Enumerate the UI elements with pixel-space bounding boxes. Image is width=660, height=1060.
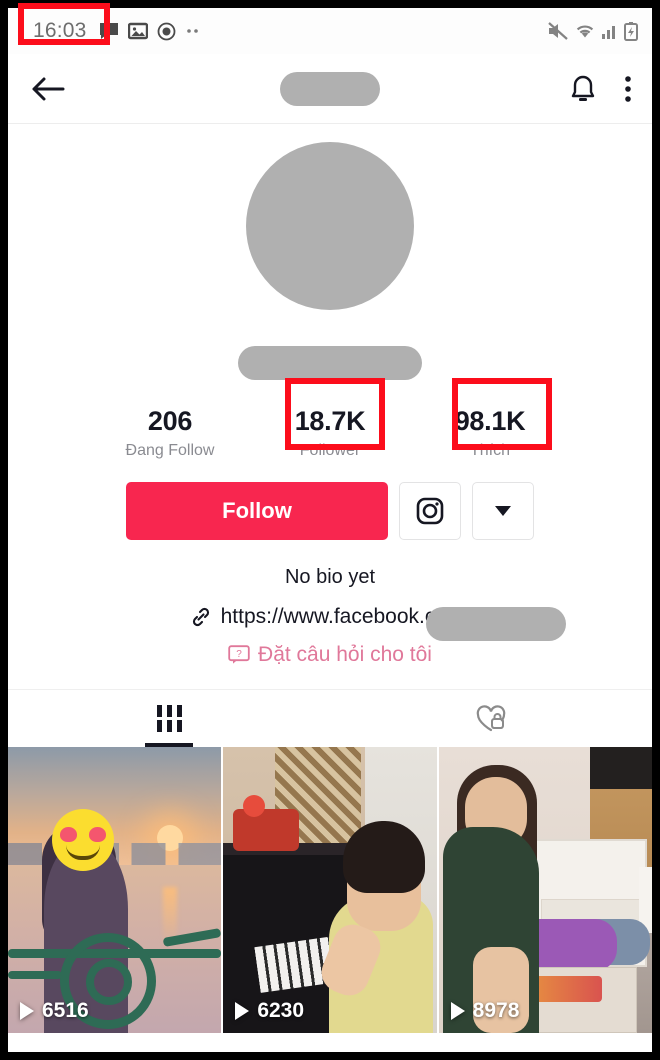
more-dots-icon (186, 29, 198, 33)
stat-followers-value: 18.7K (294, 406, 366, 436)
video-grid: 6516 6230 8978 (8, 747, 652, 1034)
instagram-button[interactable] (399, 482, 461, 541)
wifi-icon (576, 25, 594, 38)
profile-link-row[interactable]: https://www.facebook.com/ (8, 605, 652, 642)
subject-hair-bun (342, 821, 425, 894)
more-options-button[interactable] (472, 482, 534, 541)
chevron-down-icon (495, 506, 511, 517)
bell-icon[interactable] (568, 73, 598, 105)
profile-section: 206 Đang Follow 18.7K Follower 98.1K Thí… (8, 124, 652, 668)
video-thumbnail-3[interactable]: 8978 (438, 747, 652, 1034)
bio-text: No bio yet (284, 566, 376, 589)
stat-likes[interactable]: 98.1K Thích (410, 406, 570, 460)
question-bubble-icon: ? (228, 645, 250, 664)
profile-tabs (8, 689, 652, 748)
image-icon (127, 22, 148, 40)
username-redaction (238, 346, 422, 380)
phone-screen: 16:03 206 Đang Follow 18.7K Follower 98.… (8, 8, 652, 1052)
circle-app-icon (157, 22, 175, 40)
battery-icon (624, 21, 638, 41)
stat-followers[interactable]: 18.7K Follower (250, 406, 410, 460)
back-button[interactable] (28, 69, 68, 109)
status-bar-left: 16:03 (30, 18, 203, 44)
status-time: 16:03 (33, 19, 87, 42)
tab-videos[interactable] (8, 690, 330, 748)
follow-button[interactable]: Follow (126, 482, 388, 541)
tab-liked[interactable] (330, 690, 652, 747)
flower-vase (233, 809, 300, 852)
back-arrow-icon (32, 77, 65, 100)
ask-question-label: Đặt câu hỏi cho tôi (258, 643, 432, 667)
app-bar-actions (568, 73, 632, 105)
dark-window (589, 747, 652, 790)
three-dot-menu-icon[interactable] (624, 73, 632, 105)
stat-following-label: Đang Follow (125, 442, 215, 460)
video-view-count-1: 6516 (20, 999, 89, 1023)
status-bar-right (547, 21, 638, 41)
app-bar (8, 54, 652, 124)
stat-likes-value: 98.1K (454, 406, 526, 436)
play-icon (20, 1002, 34, 1021)
svg-text:?: ? (236, 649, 242, 660)
instagram-icon (416, 497, 444, 525)
link-handle-redaction (426, 607, 566, 642)
action-row: Follow (8, 482, 652, 541)
videos-grid-icon (156, 705, 182, 733)
heart-eyes-emoji-overlay (52, 809, 114, 872)
video-thumbnail-2[interactable]: 6230 (223, 747, 437, 1034)
video-view-count-2: 6230 (235, 999, 304, 1023)
message-icon (99, 23, 118, 39)
status-bar: 16:03 (8, 8, 652, 54)
avatar[interactable] (246, 142, 414, 310)
play-icon (235, 1002, 250, 1021)
view-count-value-3: 8978 (472, 999, 520, 1023)
stats-row: 206 Đang Follow 18.7K Follower 98.1K Thí… (8, 406, 652, 460)
link-icon (192, 607, 209, 627)
username-title-redaction (280, 71, 380, 106)
view-count-value-1: 6516 (42, 999, 89, 1023)
stat-following[interactable]: 206 Đang Follow (90, 406, 250, 460)
ask-question-button[interactable]: ? Đặt câu hỏi cho tôi (8, 643, 652, 667)
play-icon (450, 1002, 465, 1021)
mute-icon (548, 22, 568, 40)
stat-following-value: 206 (147, 406, 193, 436)
view-count-value-2: 6230 (257, 999, 305, 1023)
video-thumbnail-1[interactable]: 6516 (8, 747, 222, 1034)
heart-lock-icon (476, 704, 506, 731)
stat-followers-label: Follower (299, 442, 361, 460)
signal-icon (602, 26, 615, 39)
stat-likes-label: Thích (469, 442, 510, 460)
video-view-count-3: 8978 (450, 999, 520, 1023)
